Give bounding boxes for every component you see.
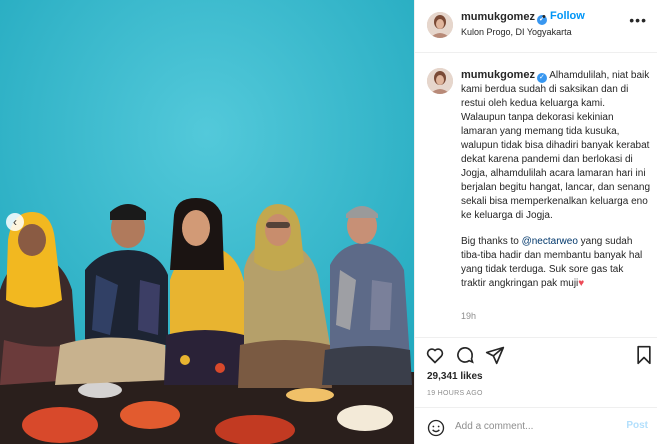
comment-bar: Post: [415, 407, 657, 444]
caption-section: mumukgomez ✓ Alhamdulilah, niat baik kami…: [415, 54, 657, 338]
verified-badge-icon: ✓: [536, 73, 547, 83]
post-comment-button[interactable]: Post: [626, 420, 648, 431]
caption-username[interactable]: mumukgomez: [461, 69, 535, 81]
separator-dot: •: [542, 11, 546, 23]
heart-emoji-icon: ♥: [578, 278, 585, 289]
comment-input[interactable]: [455, 417, 615, 435]
likes-count[interactable]: 29,341 likes: [427, 371, 483, 382]
post-location[interactable]: Kulon Progo, DI Yogyakarta: [461, 27, 572, 37]
bookmark-icon[interactable]: [635, 345, 653, 370]
share-icon[interactable]: [485, 345, 505, 370]
action-bar: [415, 340, 657, 370]
mention-link[interactable]: @nectarweo: [522, 236, 578, 247]
post-date: 19 HOURS AGO: [427, 390, 483, 397]
caption-paragraph-2-prefix: Big thanks to: [461, 236, 522, 247]
avatar[interactable]: [427, 68, 453, 94]
post-photo[interactable]: ‹: [0, 0, 414, 444]
comment-icon[interactable]: [455, 345, 475, 370]
post-author-username[interactable]: mumukgomez ✓: [461, 11, 547, 25]
more-options-icon[interactable]: •••: [629, 12, 647, 28]
caption-timestamp: 19h: [461, 311, 477, 321]
caption-text: mumukgomez ✓ Alhamdulilah, niat baik kami…: [461, 68, 651, 303]
heart-icon[interactable]: [425, 345, 445, 370]
post-header: mumukgomez ✓ • Follow Kulon Progo, DI Yog…: [415, 0, 657, 53]
family-photo-illustration: [0, 0, 414, 444]
post-side-panel: mumukgomez ✓ • Follow Kulon Progo, DI Yog…: [414, 0, 657, 444]
previous-photo-button[interactable]: ‹: [6, 213, 24, 231]
caption-paragraph-1: Alhamdulilah, niat baik kami berdua suda…: [461, 70, 651, 221]
emoji-icon[interactable]: [427, 419, 445, 442]
follow-button[interactable]: Follow: [550, 10, 585, 22]
avatar[interactable]: [427, 12, 453, 38]
